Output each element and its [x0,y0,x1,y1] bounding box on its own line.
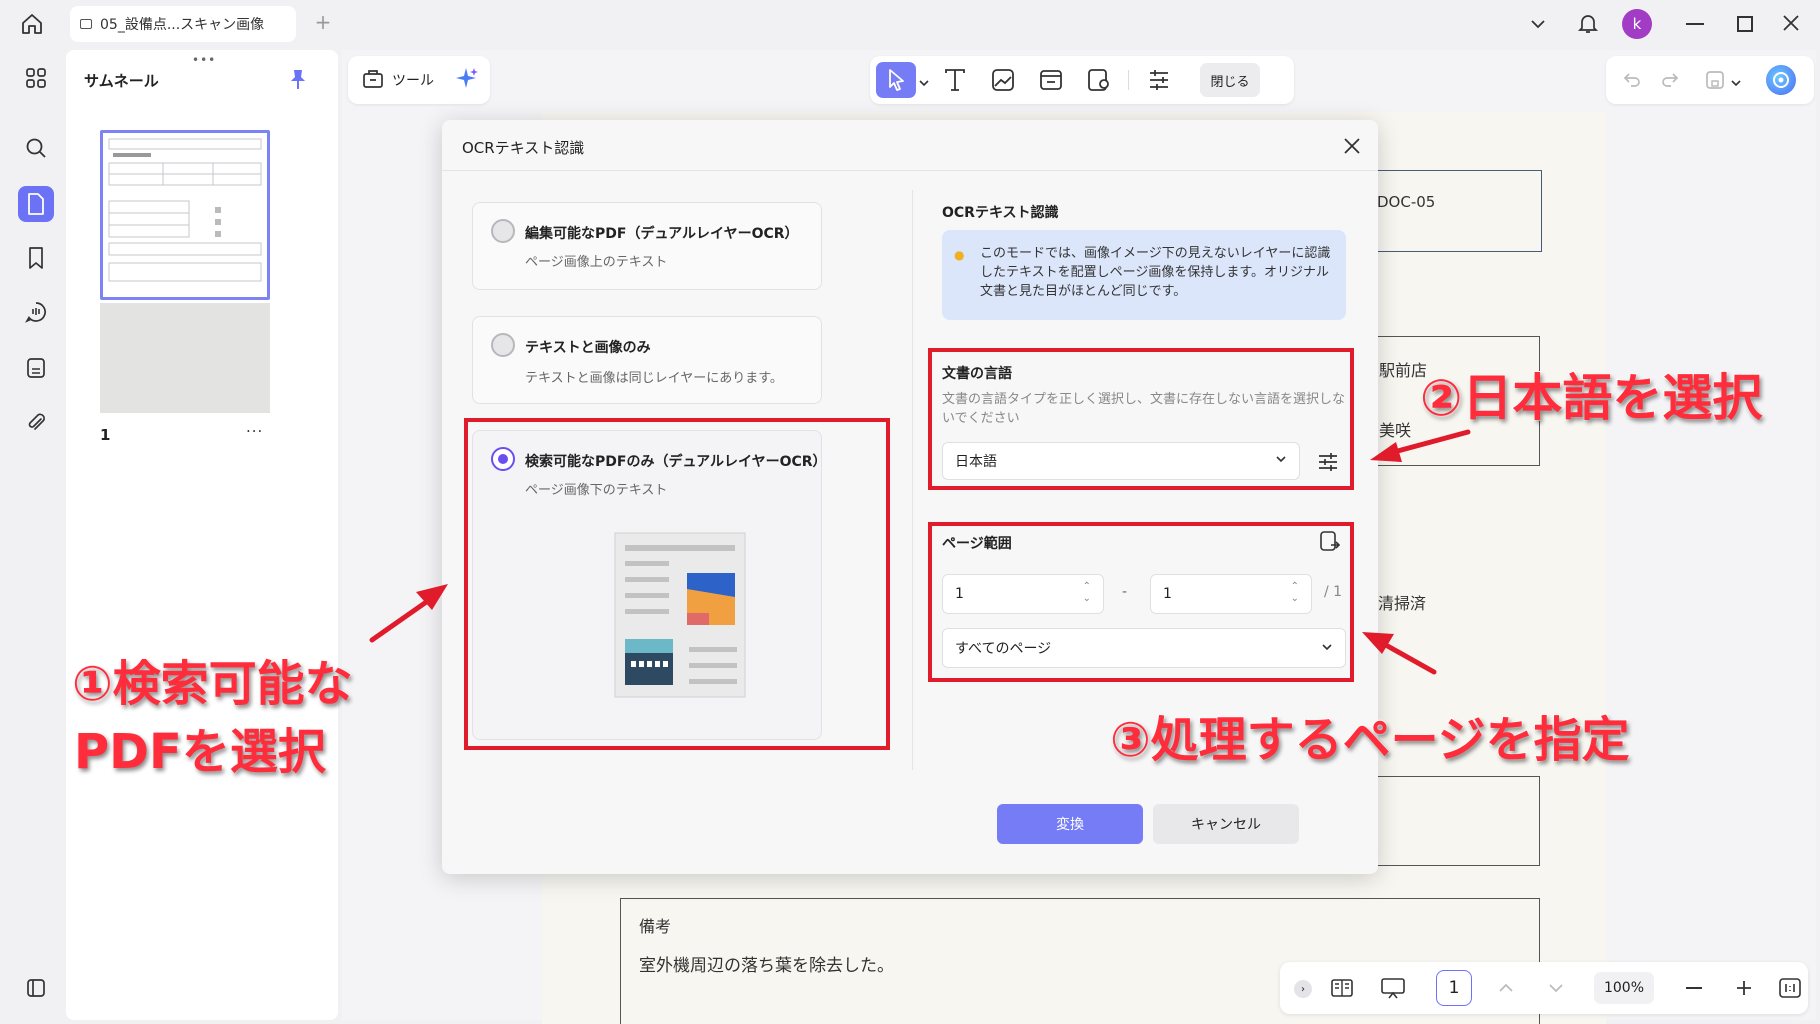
annotation-arrows [369,429,1471,675]
two-page-view-icon[interactable] [1330,976,1354,1004]
previous-page-icon[interactable] [1496,978,1516,1002]
annotation-step1-line2: PDFを選択 [73,723,327,781]
arrow-to-page-range [1362,632,1437,675]
annotation-step2: ②日本語を選択 [1419,368,1763,428]
page-navigation-bar: › 1 100% [1280,962,1808,1014]
actual-size-icon[interactable] [1778,976,1802,1004]
page-number-input[interactable]: 1 [1436,970,1472,1006]
zoom-level[interactable]: 100% [1594,972,1654,1004]
annotation-step3: ③処理するページを指定 [1109,711,1631,769]
zoom-out-icon[interactable] [1686,987,1702,989]
presentation-icon[interactable] [1380,976,1406,1004]
arrow-to-option [369,584,448,643]
expand-icon[interactable]: › [1294,980,1312,998]
annotation-step1-line1: ①検索可能な [71,655,354,713]
zoom-in-icon[interactable] [1734,978,1754,1002]
next-page-icon[interactable] [1546,978,1566,1002]
arrow-to-language [1370,429,1471,462]
